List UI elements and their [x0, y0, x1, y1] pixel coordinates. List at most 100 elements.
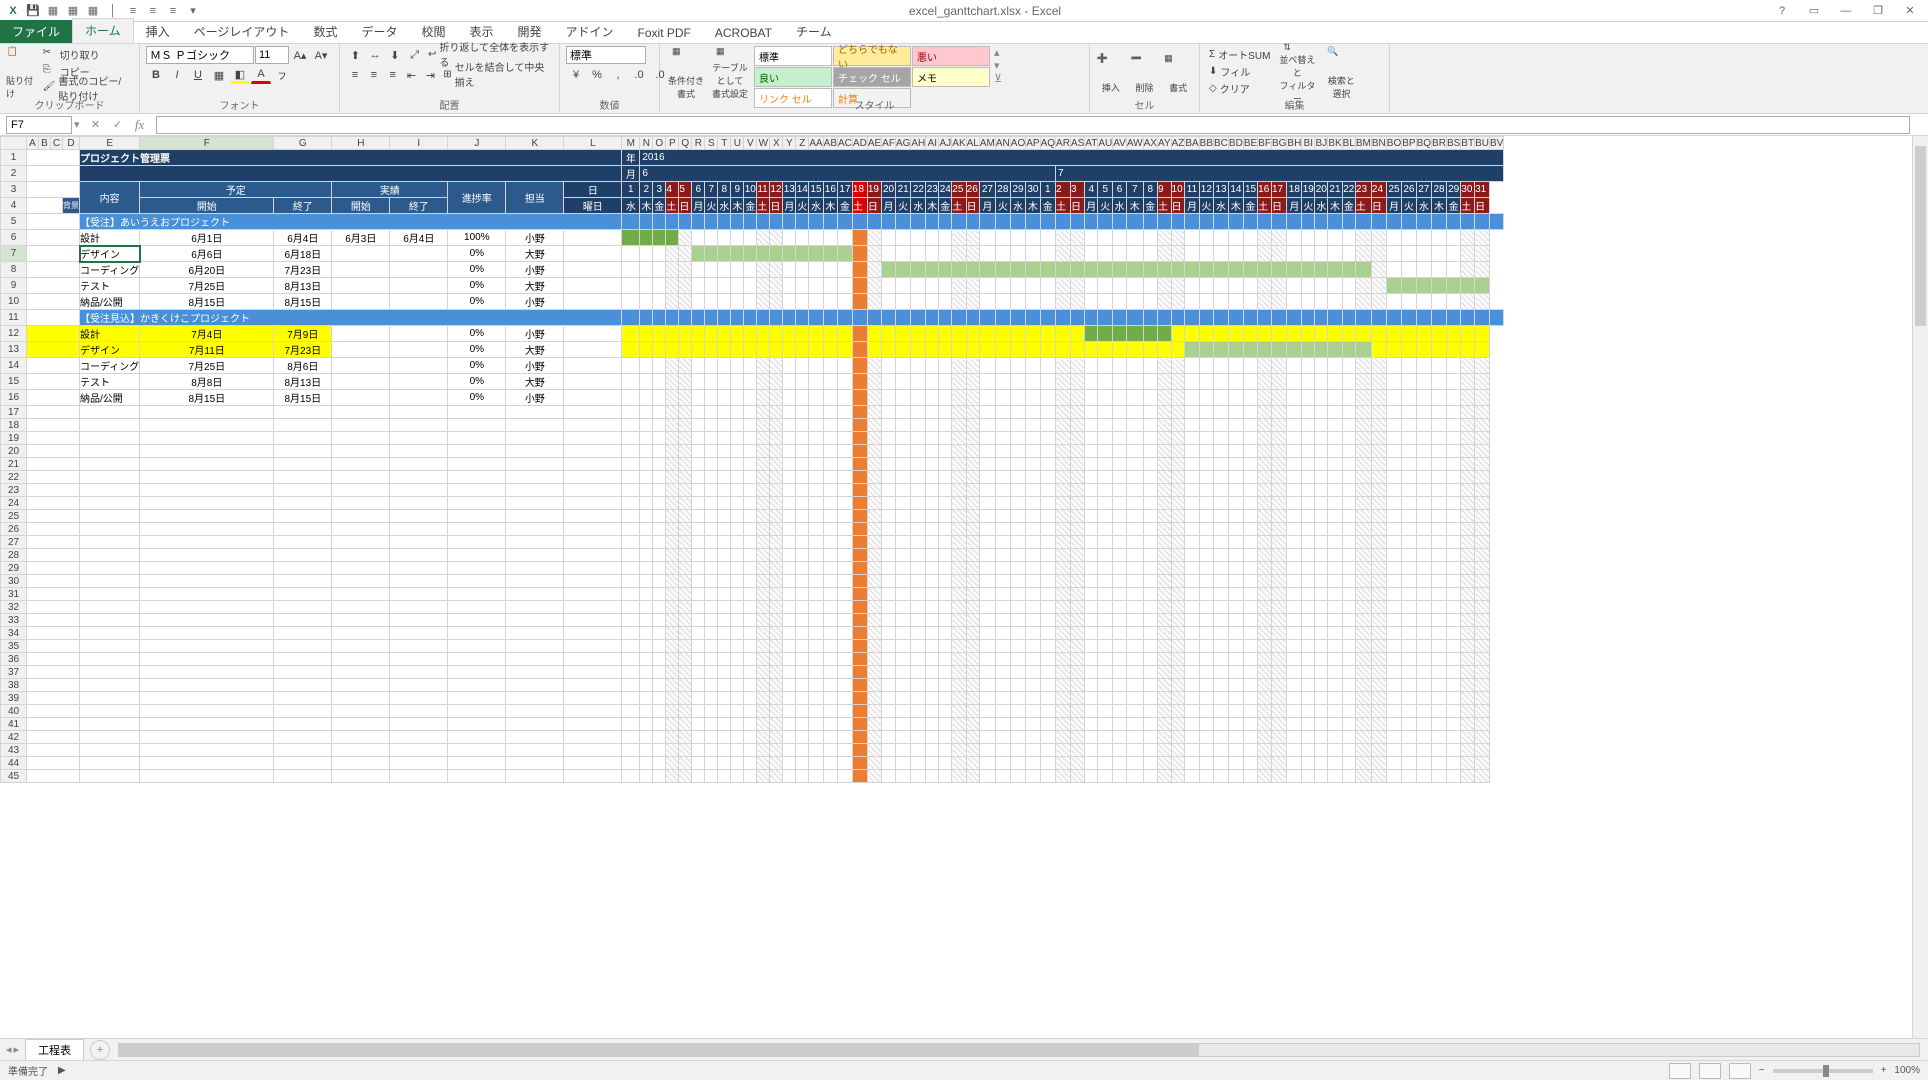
- task-name[interactable]: コーディング: [80, 262, 140, 278]
- gantt-cell[interactable]: [995, 390, 1010, 406]
- gantt-cell[interactable]: [1475, 406, 1490, 419]
- gantt-cell[interactable]: [1402, 705, 1416, 718]
- gantt-cell[interactable]: [796, 230, 809, 246]
- gantt-cell[interactable]: [1475, 510, 1490, 523]
- gantt-cell[interactable]: [1315, 614, 1328, 627]
- gantt-cell[interactable]: [867, 390, 881, 406]
- gantt-cell[interactable]: [809, 294, 823, 310]
- gantt-cell[interactable]: [757, 230, 770, 246]
- gantt-cell[interactable]: [1010, 653, 1025, 666]
- gantt-cell[interactable]: [1371, 419, 1386, 432]
- gantt-cell[interactable]: [1328, 278, 1342, 294]
- gantt-cell[interactable]: [692, 640, 705, 653]
- gantt-cell[interactable]: [882, 326, 896, 342]
- gantt-cell[interactable]: [770, 666, 783, 679]
- gantt-cell[interactable]: [952, 770, 966, 783]
- gantt-cell[interactable]: [1461, 432, 1475, 445]
- gantt-cell[interactable]: [952, 214, 966, 230]
- cell[interactable]: [448, 549, 506, 562]
- gantt-cell[interactable]: [1010, 692, 1025, 705]
- cell[interactable]: [80, 679, 140, 692]
- gantt-cell[interactable]: [1199, 310, 1213, 326]
- gantt-cell[interactable]: [1228, 640, 1243, 653]
- row-header-44[interactable]: 44: [1, 757, 27, 770]
- gantt-cell[interactable]: [1315, 731, 1328, 744]
- gantt-cell[interactable]: [979, 640, 995, 653]
- gantt-cell[interactable]: [823, 705, 837, 718]
- gantt-cell[interactable]: [1113, 358, 1127, 374]
- gantt-cell[interactable]: [895, 230, 910, 246]
- gantt-cell[interactable]: [622, 536, 640, 549]
- gantt-cell[interactable]: [911, 653, 926, 666]
- gantt-cell[interactable]: [1157, 601, 1171, 614]
- gantt-cell[interactable]: [1475, 214, 1490, 230]
- gantt-cell[interactable]: [1085, 484, 1098, 497]
- gantt-cell[interactable]: [1258, 562, 1272, 575]
- col-header-BJ[interactable]: BJ: [1315, 137, 1328, 150]
- delete-cells-button[interactable]: ➖削除: [1130, 46, 1160, 100]
- gantt-cell[interactable]: [1126, 484, 1143, 497]
- gantt-cell[interactable]: [1126, 640, 1143, 653]
- gantt-cell[interactable]: [852, 731, 867, 744]
- align-middle-icon[interactable]: ↔: [366, 46, 385, 64]
- gantt-cell[interactable]: [1126, 471, 1143, 484]
- cell[interactable]: [506, 471, 564, 484]
- gantt-cell[interactable]: [1157, 770, 1171, 783]
- gantt-cell[interactable]: [1258, 692, 1272, 705]
- gantt-cell[interactable]: [1371, 666, 1386, 679]
- gantt-cell[interactable]: [1026, 640, 1040, 653]
- gantt-cell[interactable]: [823, 471, 837, 484]
- gantt-cell[interactable]: [1157, 757, 1171, 770]
- gantt-cell[interactable]: [705, 640, 718, 653]
- gantt-cell[interactable]: [809, 614, 823, 627]
- gantt-cell[interactable]: [838, 510, 853, 523]
- gantt-cell[interactable]: [1070, 230, 1084, 246]
- gantt-cell[interactable]: [718, 262, 731, 278]
- gantt-cell[interactable]: [744, 588, 757, 601]
- gantt-cell[interactable]: [1302, 627, 1315, 640]
- gantt-cell[interactable]: [939, 214, 952, 230]
- gantt-cell[interactable]: [1126, 614, 1143, 627]
- gantt-cell[interactable]: [1446, 757, 1460, 770]
- gantt-cell[interactable]: [1126, 214, 1143, 230]
- gantt-cell[interactable]: [1113, 458, 1127, 471]
- gantt-cell[interactable]: [1243, 744, 1257, 757]
- gantt-cell[interactable]: [1228, 326, 1243, 342]
- gantt-cell[interactable]: [679, 679, 692, 692]
- gantt-cell[interactable]: [679, 549, 692, 562]
- gantt-cell[interactable]: [1475, 230, 1490, 246]
- gantt-cell[interactable]: [1302, 497, 1315, 510]
- cell[interactable]: [140, 640, 274, 653]
- gantt-cell[interactable]: [718, 731, 731, 744]
- gantt-cell[interactable]: [1475, 310, 1490, 326]
- gantt-cell[interactable]: [1085, 294, 1098, 310]
- cell[interactable]: [390, 692, 448, 705]
- cell[interactable]: [332, 744, 390, 757]
- gantt-cell[interactable]: [622, 445, 640, 458]
- gantt-cell[interactable]: [640, 588, 653, 601]
- gantt-cell[interactable]: [1056, 310, 1071, 326]
- gantt-cell[interactable]: [952, 705, 966, 718]
- gantt-cell[interactable]: [1214, 390, 1229, 406]
- gantt-cell[interactable]: [783, 614, 796, 627]
- qat-align3-icon[interactable]: ≡: [164, 3, 182, 19]
- gantt-cell[interactable]: [705, 406, 718, 419]
- gantt-cell[interactable]: [679, 310, 692, 326]
- gantt-cell[interactable]: [1085, 432, 1098, 445]
- gantt-cell[interactable]: [1258, 310, 1272, 326]
- gantt-cell[interactable]: [679, 588, 692, 601]
- gantt-cell[interactable]: [1302, 214, 1315, 230]
- gantt-cell[interactable]: [731, 588, 744, 601]
- gantt-cell[interactable]: [1432, 705, 1447, 718]
- gantt-cell[interactable]: [770, 705, 783, 718]
- gantt-cell[interactable]: [718, 326, 731, 342]
- gantt-cell[interactable]: [1355, 484, 1371, 497]
- gantt-cell[interactable]: [744, 419, 757, 432]
- cell[interactable]: [274, 640, 332, 653]
- gantt-cell[interactable]: [718, 484, 731, 497]
- gantt-cell[interactable]: [1302, 510, 1315, 523]
- gantt-cell[interactable]: [1287, 614, 1302, 627]
- gantt-cell[interactable]: [1271, 458, 1286, 471]
- gantt-cell[interactable]: [823, 326, 837, 342]
- tab-file[interactable]: ファイル: [0, 20, 72, 43]
